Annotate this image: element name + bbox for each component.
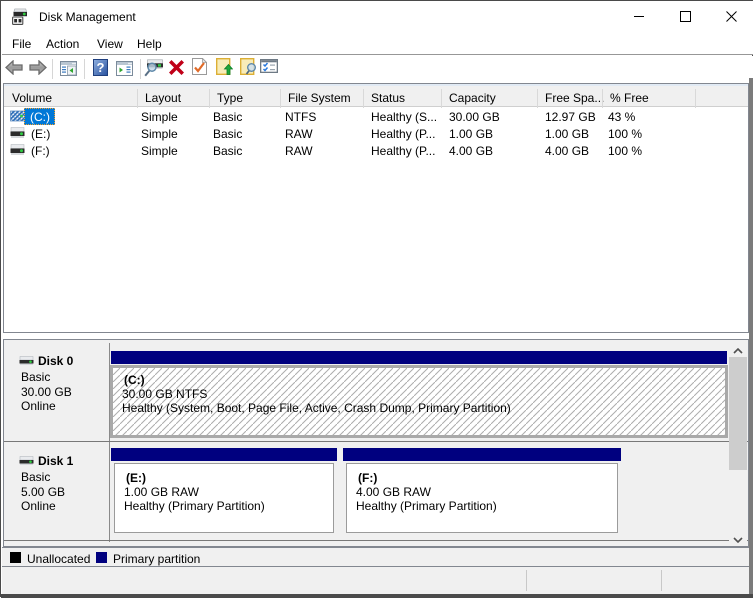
svg-text:?: ?: [97, 60, 105, 75]
